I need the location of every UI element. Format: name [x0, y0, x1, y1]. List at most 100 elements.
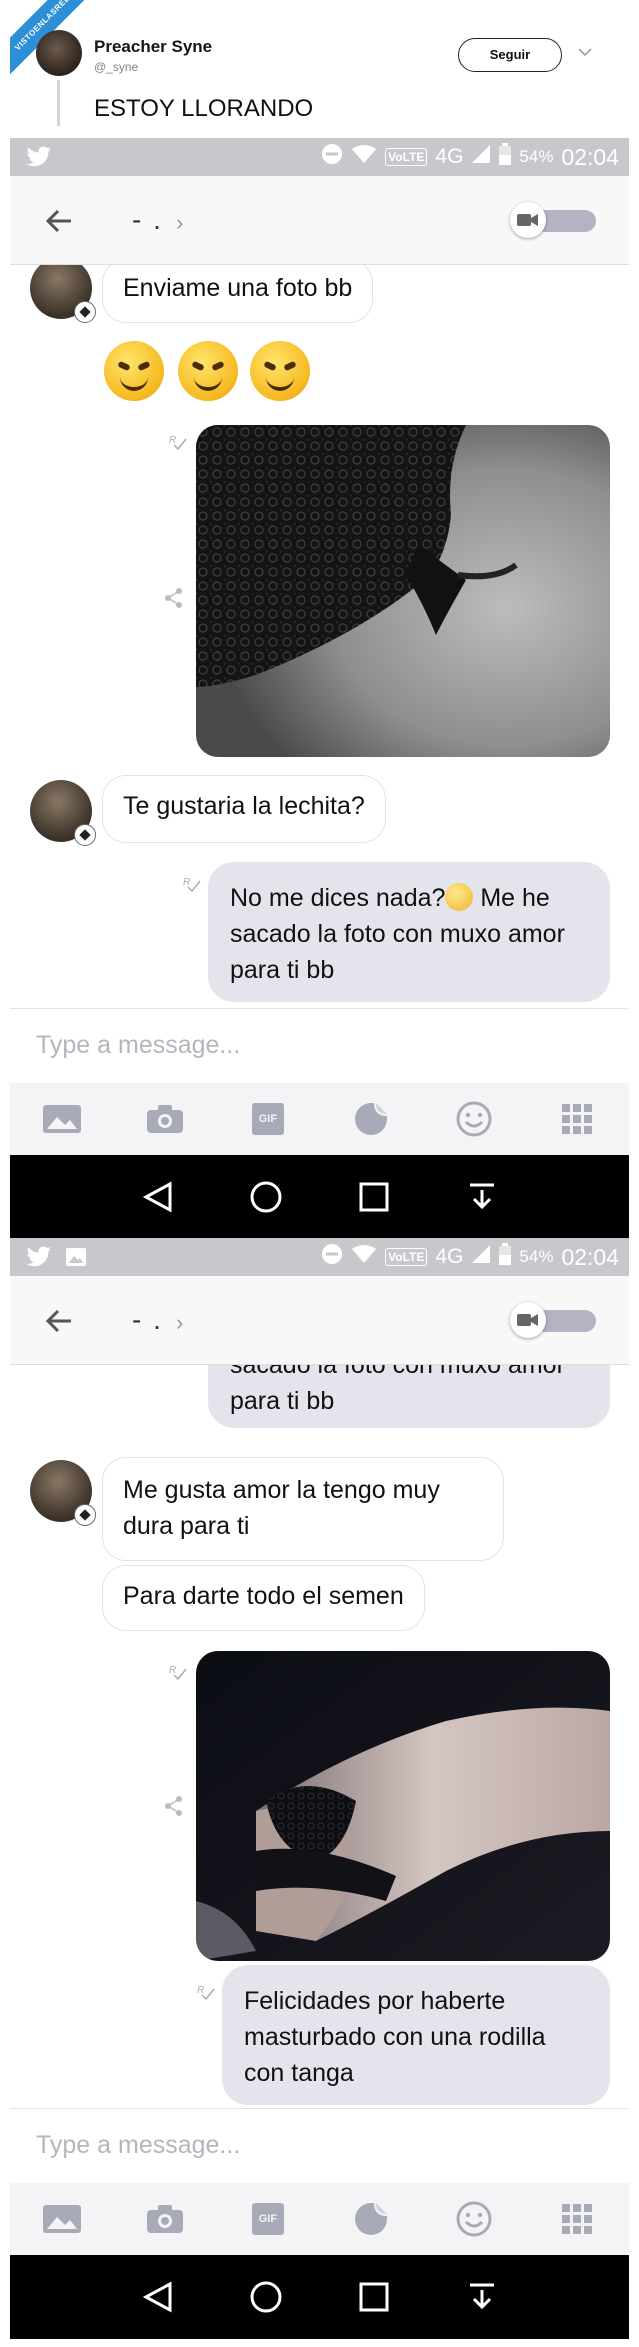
- sticker-icon[interactable]: [351, 1099, 391, 1139]
- avatar[interactable]: [30, 265, 96, 323]
- message-text: Te gustaria la lechita?: [123, 792, 365, 820]
- svg-text:R: R: [197, 1985, 204, 1996]
- follow-button[interactable]: Seguir: [458, 38, 562, 72]
- message-incoming[interactable]: Para darte todo el semen: [102, 1565, 425, 1631]
- apps-grid-icon[interactable]: [557, 2199, 597, 2239]
- android-nav-bar: [10, 1155, 629, 1239]
- image-icon[interactable]: [42, 2199, 82, 2239]
- android-nav-bar: [10, 2255, 629, 2339]
- composer-toolbar: GIF: [10, 1083, 629, 1155]
- nav-home-icon[interactable]: [246, 1177, 286, 1217]
- message-input[interactable]: Type a message...: [36, 1031, 240, 1060]
- message-composer[interactable]: Type a message...: [10, 1008, 629, 1083]
- screenshot-frame: VISTOENLASREDES Preacher Syne @_syne Seg…: [0, 0, 639, 2347]
- emoji-icon[interactable]: [454, 1099, 494, 1139]
- signal-icon: [471, 1244, 491, 1270]
- wifi-icon: [351, 144, 377, 170]
- message-incoming[interactable]: Te gustaria la lechita?: [102, 775, 386, 843]
- sticker-icon[interactable]: [351, 2199, 391, 2239]
- camera-icon[interactable]: [145, 2199, 185, 2239]
- message-outgoing[interactable]: Felicidades por haberte masturbado con u…: [222, 1965, 610, 2105]
- clock: 02:04: [561, 143, 619, 170]
- gif-icon[interactable]: GIF: [248, 1099, 288, 1139]
- tweet-handle[interactable]: @_syne: [94, 60, 138, 74]
- back-arrow-icon[interactable]: [44, 1306, 74, 1336]
- share-icon[interactable]: [164, 587, 184, 609]
- chat-title[interactable]: - .: [132, 1304, 163, 1336]
- gif-icon[interactable]: GIF: [248, 2199, 288, 2239]
- nav-recents-icon[interactable]: [354, 1177, 394, 1217]
- video-camera-icon: [517, 214, 538, 226]
- camera-icon[interactable]: [145, 1099, 185, 1139]
- chevron-right-icon[interactable]: ›: [176, 210, 183, 236]
- message-text: No me dices nada?: [230, 884, 446, 912]
- tweet-header: VISTOENLASREDES Preacher Syne @_syne Seg…: [10, 0, 629, 136]
- message-outgoing[interactable]: sacado la foto con muxo amor para ti bb: [208, 1365, 610, 1428]
- smiling-devil-emoji: [178, 341, 238, 401]
- back-arrow-icon[interactable]: [44, 206, 74, 236]
- nav-home-icon[interactable]: [246, 2277, 286, 2317]
- message-list: Enviame una foto bb R Te gustaria la lec…: [10, 265, 629, 1005]
- message-text: Enviame una foto bb: [123, 274, 353, 302]
- message-outgoing[interactable]: No me dices nada? Me he sacado la foto c…: [208, 862, 610, 1002]
- chevron-down-icon[interactable]: [578, 44, 594, 60]
- photo-message[interactable]: [196, 1651, 610, 1961]
- composer-toolbar: GIF: [10, 2183, 629, 2255]
- photo-message[interactable]: [196, 425, 610, 757]
- twitter-bird-icon: [26, 1246, 51, 1267]
- nav-back-icon[interactable]: [138, 1177, 178, 1217]
- do-not-disturb-icon: [321, 1243, 343, 1271]
- message-input[interactable]: Type a message...: [36, 2131, 240, 2160]
- soccer-ball-icon: [74, 301, 96, 323]
- battery-percent: 54%: [519, 147, 554, 166]
- message-incoming[interactable]: Me gusta amor la tengo muy dura para ti: [102, 1457, 504, 1561]
- message-text: Para darte todo el semen: [123, 1582, 404, 1610]
- tweet-avatar[interactable]: [36, 30, 82, 76]
- message-incoming[interactable]: Enviame una foto bb: [102, 265, 374, 323]
- message-composer[interactable]: Type a message...: [10, 2108, 629, 2183]
- svg-text:R: R: [169, 435, 176, 446]
- image-icon[interactable]: [42, 1099, 82, 1139]
- battery-percent: 54%: [519, 1247, 554, 1266]
- thread-line: [57, 80, 60, 126]
- battery-icon: [499, 143, 512, 171]
- gallery-icon: [66, 1248, 86, 1266]
- message-text: Me gusta amor la tengo muy dura para ti: [123, 1476, 440, 1540]
- share-icon[interactable]: [164, 1795, 184, 1817]
- avatar[interactable]: [30, 1460, 96, 1526]
- emoji-icon[interactable]: [454, 2199, 494, 2239]
- message-text: Felicidades por haberte masturbado con u…: [244, 1987, 546, 2087]
- nav-back-icon[interactable]: [138, 2277, 178, 2317]
- smiling-devil-emoji: [250, 341, 310, 401]
- svg-text:R: R: [183, 877, 190, 888]
- status-bar: VoLTE 4G 54% 02:04: [10, 138, 629, 176]
- chat-title[interactable]: - .: [132, 204, 163, 236]
- twitter-bird-icon: [26, 146, 51, 167]
- nav-notifications-icon[interactable]: [462, 1177, 502, 1217]
- message-list: sacado la foto con muxo amor para ti bb …: [10, 1365, 629, 2105]
- network-type: 4G: [435, 1245, 464, 1268]
- nav-recents-icon[interactable]: [354, 2277, 394, 2317]
- seen-icon: R: [168, 433, 188, 454]
- video-call-toggle[interactable]: [510, 1302, 600, 1338]
- network-type: 4G: [435, 145, 464, 168]
- soccer-ball-icon: [74, 824, 96, 846]
- nav-notifications-icon[interactable]: [462, 2277, 502, 2317]
- apps-grid-icon[interactable]: [557, 1099, 597, 1139]
- volte-badge: VoLTE: [385, 148, 428, 166]
- video-call-toggle[interactable]: [510, 202, 600, 238]
- wifi-icon: [351, 1244, 377, 1270]
- tweet-author-name[interactable]: Preacher Syne: [94, 37, 212, 57]
- signal-icon: [471, 144, 491, 170]
- disappointed-face-emoji: [445, 883, 474, 911]
- seen-icon: R: [196, 1983, 216, 2004]
- chevron-right-icon[interactable]: ›: [176, 1310, 183, 1336]
- volte-badge: VoLTE: [385, 1248, 428, 1266]
- svg-text:R: R: [169, 1665, 176, 1676]
- soccer-ball-icon: [74, 1504, 96, 1526]
- smiling-devil-emoji: [104, 341, 164, 401]
- battery-icon: [499, 1243, 512, 1271]
- status-bar: VoLTE 4G 54% 02:04: [10, 1238, 629, 1276]
- avatar[interactable]: [30, 780, 96, 846]
- seen-icon: R: [182, 875, 202, 896]
